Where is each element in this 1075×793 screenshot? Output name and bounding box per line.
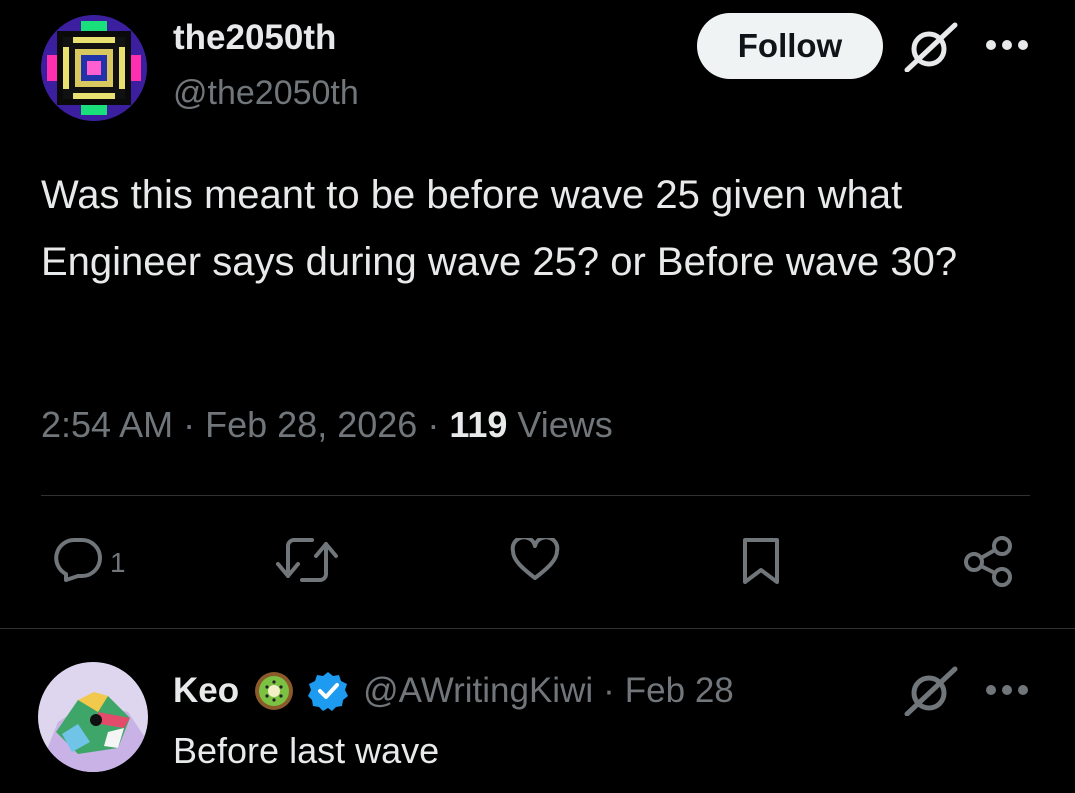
kiwi-icon — [255, 672, 294, 710]
reply-header: Keo @AWritingKiwi · Feb 28 — [173, 670, 734, 712]
like-button[interactable] — [510, 538, 560, 582]
tweet-meta: 2:54 AM · Feb 28, 2026 · 119 Views — [41, 404, 613, 446]
reply-count: 1 — [110, 547, 126, 578]
reply-avatar-icon — [38, 662, 148, 772]
meta-separator: · — [427, 404, 440, 445]
tweet-text: Was this meant to be before wave 25 give… — [41, 173, 958, 284]
more-options-icon[interactable] — [985, 683, 1029, 697]
views-label[interactable]: Views — [517, 404, 612, 445]
reply-display-name[interactable]: Keo — [173, 671, 239, 711]
author-avatar[interactable] — [41, 15, 147, 121]
tweet-date[interactable]: Feb 28, 2026 — [205, 404, 417, 445]
reply-handle[interactable]: @AWritingKiwi — [363, 671, 593, 711]
heart-icon — [510, 538, 560, 580]
reply-icon — [54, 538, 102, 582]
share-icon — [964, 536, 1012, 587]
follow-button[interactable]: Follow — [697, 13, 883, 79]
reply-separator: · — [603, 671, 615, 710]
bookmark-button[interactable] — [741, 536, 781, 586]
views-count[interactable]: 119 — [449, 404, 507, 445]
divider — [0, 628, 1075, 629]
divider — [41, 495, 1030, 496]
author-display-name[interactable]: the2050th — [173, 18, 336, 58]
retweet-icon — [276, 538, 338, 582]
reply-button[interactable]: 1 — [54, 536, 126, 582]
retweet-button[interactable] — [274, 536, 340, 584]
reply-avatar[interactable] — [38, 662, 148, 772]
more-options-icon[interactable] — [985, 38, 1029, 52]
reply-date[interactable]: Feb 28 — [625, 671, 734, 711]
tweet-time[interactable]: 2:54 AM — [41, 404, 173, 445]
verified-badge-icon[interactable] — [307, 670, 349, 712]
author-handle[interactable]: @the2050th — [173, 74, 359, 113]
pixel-art-avatar-icon — [41, 15, 147, 121]
bookmark-icon — [743, 538, 779, 584]
meta-separator: · — [183, 404, 196, 445]
reply-text: Before last wave — [173, 730, 440, 771]
share-button[interactable] — [962, 535, 1014, 587]
grok-icon[interactable] — [903, 666, 959, 717]
grok-icon[interactable] — [903, 22, 959, 73]
